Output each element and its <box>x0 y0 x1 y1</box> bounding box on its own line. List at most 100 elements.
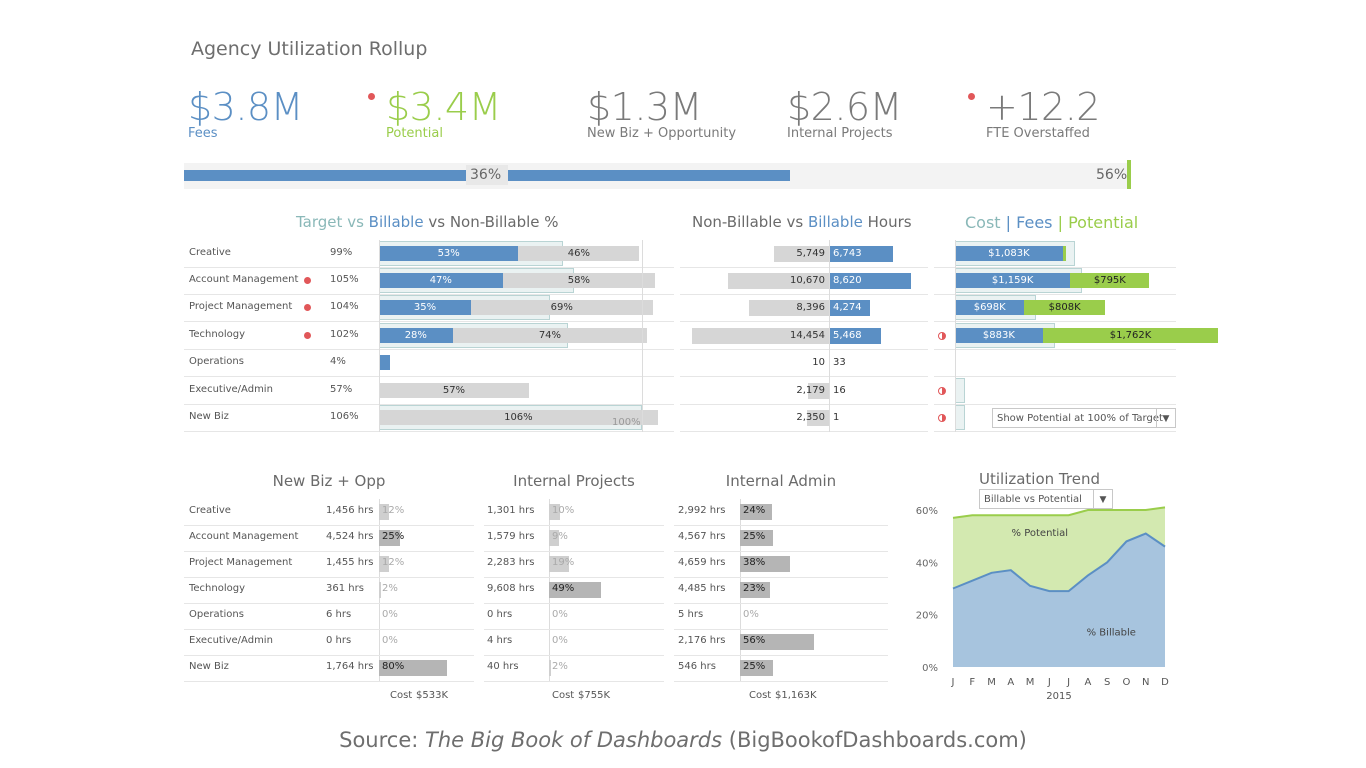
kpi-label: Potential <box>386 126 443 141</box>
cost-label: Cost <box>390 690 413 701</box>
pct-label: 2% <box>382 583 398 594</box>
potential-bar-label: $808K <box>1048 302 1081 313</box>
kpi-value: $3.4M <box>386 85 501 129</box>
billable-hours-label: 33 <box>833 357 846 368</box>
hours-value: 1,579 hrs <box>487 531 535 542</box>
fees-bar-label: $1,159K <box>991 275 1034 286</box>
x-tick-label: J <box>1047 677 1051 688</box>
cost-label: Cost <box>552 690 575 701</box>
department-label: Project Management <box>189 557 293 568</box>
hours-value: 2,283 hrs <box>487 557 535 568</box>
pct-label: 0% <box>743 609 759 620</box>
hours-value: 4,485 hrs <box>678 583 726 594</box>
utilization-pct: 4% <box>330 355 346 367</box>
chevron-down-icon: ▼ <box>1156 409 1175 427</box>
hours-value: 1,456 hrs <box>326 505 374 516</box>
pct-label: 38% <box>743 557 766 568</box>
potential-bar-label: $1,762K <box>1109 330 1152 341</box>
x-tick-label: N <box>1142 677 1149 688</box>
dashboard-title: Agency Utilization Rollup <box>191 38 428 60</box>
x-tick-label: D <box>1161 677 1169 688</box>
pct-label: 49% <box>552 583 575 594</box>
pct-label: 12% <box>382 505 405 516</box>
x-tick-label: M <box>1026 677 1035 688</box>
billable-hours-label: 8,620 <box>833 275 862 286</box>
progress-target-marker <box>1127 160 1131 189</box>
hours-value: 5 hrs <box>678 609 704 620</box>
cost-bar <box>955 405 965 430</box>
kpi-value: +12.2 <box>986 85 1100 129</box>
department-label: Account Management <box>189 531 299 542</box>
target-100-label: 100% <box>612 417 641 428</box>
newbiz-title: New Biz + Opp <box>272 472 386 490</box>
department-label: Project Management <box>189 300 293 312</box>
hours-value: 546 hrs <box>678 661 716 672</box>
hours-value: 6 hrs <box>326 609 352 620</box>
progress-end-label: 56% <box>1096 167 1128 183</box>
nonbillable-bar-label: 69% <box>550 302 573 313</box>
department-label: Executive/Admin <box>189 383 273 395</box>
hours-value: 0 hrs <box>487 609 513 620</box>
pct-label: 25% <box>743 531 766 542</box>
kpi-label: FTE Overstaffed <box>986 126 1090 141</box>
x-tick-label: A <box>1007 677 1014 688</box>
kpi-value: $1.3M <box>587 85 702 129</box>
half-circle-icon <box>938 386 946 395</box>
hours-section-title: Non-Billable vs Billable Hours <box>692 213 912 231</box>
x-tick-label: O <box>1123 677 1131 688</box>
kpi-label: Internal Projects <box>787 126 893 141</box>
hours-value: 4,659 hrs <box>678 557 726 568</box>
billable-hours-label: 6,743 <box>833 248 862 259</box>
hours-value: 1,455 hrs <box>326 557 374 568</box>
pct-label: 23% <box>743 583 766 594</box>
billable-bar-label: 53% <box>437 248 460 259</box>
hours-value: 361 hrs <box>326 583 364 594</box>
department-label: Creative <box>189 246 231 258</box>
department-label: New Biz <box>189 661 229 672</box>
potential-bar <box>1062 246 1066 261</box>
pct-label: 10% <box>552 505 575 516</box>
utilization-pct: 104% <box>330 300 359 312</box>
utilization-pct: 106% <box>330 410 359 422</box>
pct-label: 80% <box>382 661 405 672</box>
nonbillable-hours-label: 2,350 <box>796 412 825 423</box>
kpi-value: $2.6M <box>787 85 902 129</box>
trend-title: Utilization Trend <box>979 470 1100 488</box>
alert-dot-icon <box>304 303 311 311</box>
half-circle-icon <box>938 413 946 422</box>
fees-bar-label: $698K <box>973 302 1006 313</box>
pct-label: 0% <box>382 609 398 620</box>
pct-label: 19% <box>552 557 575 568</box>
potential-series-label: % Potential <box>1012 528 1068 539</box>
alert-dot-icon <box>368 93 375 100</box>
pct-bar <box>549 660 552 676</box>
fees-bar-label: $883K <box>982 330 1015 341</box>
department-label: Operations <box>189 609 244 620</box>
cost-value: $533K <box>416 690 449 701</box>
show-potential-dropdown[interactable]: Show Potential at 100% of Target ▼ <box>992 408 1176 428</box>
billable-hours-label: 16 <box>833 385 846 396</box>
pct-label: 25% <box>743 661 766 672</box>
billable-hours-label: 1 <box>833 412 840 423</box>
x-axis-year-label: 2015 <box>1046 691 1071 702</box>
half-circle-icon <box>938 331 946 340</box>
money-section-title: Cost | Fees | Potential <box>965 213 1139 232</box>
x-tick-label: M <box>987 677 996 688</box>
progress-fill-label: 36% <box>470 167 502 183</box>
admin-title: Internal Admin <box>725 472 837 490</box>
utilization-pct: 99% <box>330 246 353 258</box>
hours-value: 0 hrs <box>326 635 352 646</box>
cost-value: $1,163K <box>775 690 817 701</box>
nonbillable-bar-label: 74% <box>538 330 562 341</box>
hours-value: 4,524 hrs <box>326 531 374 542</box>
department-label: Account Management <box>189 273 299 285</box>
alert-dot-icon <box>304 331 311 339</box>
nonbillable-hours-label: 14,454 <box>790 330 825 341</box>
nonbillable-bar-label: 58% <box>567 275 590 286</box>
billable-bar-label: 35% <box>413 302 437 313</box>
nonbillable-hours-label: 10 <box>812 357 825 368</box>
nonbillable-bar-label: 57% <box>442 385 466 396</box>
hours-value: 4 hrs <box>487 635 513 646</box>
department-label: New Biz <box>189 410 229 422</box>
pct-label: 0% <box>382 635 398 646</box>
